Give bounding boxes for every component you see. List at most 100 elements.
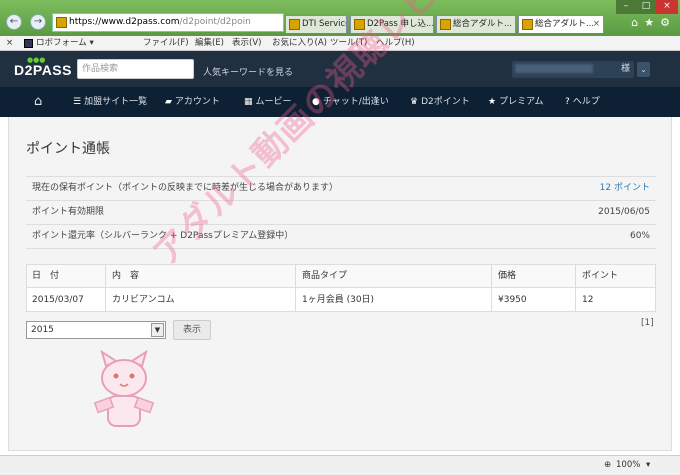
tab-favicon-icon: [522, 19, 533, 30]
forward-button[interactable]: →: [30, 14, 46, 30]
menu-view[interactable]: 表示(V): [232, 36, 261, 50]
tab-favicon-icon: [440, 19, 451, 30]
column-header: 日 付: [32, 271, 60, 281]
info-label: ポイント還元率（シルバーランク + D2Passプレミアム登録中）: [32, 231, 294, 241]
url-path: /d2point/d2poin: [179, 17, 251, 27]
page-title: ポイント通帳: [26, 141, 110, 157]
table-row: 2015/03/07 カリビアンコム 1ヶ月会員 (30日) ¥3950 12: [27, 289, 655, 312]
main-nav: ⌂ ☰ 加盟サイト一覧 ▰ アカウント ▦ ムービー ● チャット/出逢い ♛ D2ポイン…: [0, 87, 680, 117]
table-cell: 12: [582, 295, 594, 305]
tab-adult-1[interactable]: 総合アダルト...: [436, 15, 516, 33]
table-cell: 1ヶ月会員 (30日): [302, 295, 375, 305]
user-name-box[interactable]: 様: [512, 61, 634, 78]
site-header: ●●● D2PASS 作品検索 人気キーワードを見る 様 ⌄: [0, 51, 680, 87]
tab-dti[interactable]: DTI Services, In...: [285, 15, 347, 33]
points-history-table: 日 付 内 容 商品タイプ 価格 ポイント 2015/03/07 カリビアンコム…: [26, 264, 656, 312]
menu-edit[interactable]: 編集(E): [195, 36, 224, 50]
zoom-dropdown-icon[interactable]: ▾: [646, 456, 650, 474]
menu-tools[interactable]: ツール(T): [330, 36, 367, 50]
table-cell: カリビアンコム: [112, 295, 175, 305]
show-button[interactable]: 表示: [173, 320, 211, 340]
info-value: 2015/06/05: [598, 207, 650, 217]
status-bar: ⊕ 100% ▾: [0, 455, 680, 475]
nav-premium[interactable]: ★ プレミアム: [488, 87, 543, 117]
trophy-icon: ♛: [410, 97, 419, 107]
blurred-username: [514, 64, 593, 73]
user-suffix: 様: [620, 64, 630, 74]
help-icon: ?: [565, 97, 570, 107]
close-toolbar-icon[interactable]: ×: [6, 36, 13, 50]
browser-chrome: – □ × ← → https://www.d2pass.com/d2point…: [0, 0, 680, 36]
favorites-star-icon[interactable]: ★: [644, 16, 660, 29]
back-button[interactable]: ←: [6, 14, 22, 30]
home-icon: ⌂: [34, 94, 43, 109]
roboform-icon: [24, 39, 33, 48]
column-divider: [295, 265, 296, 311]
zoom-level[interactable]: 100%: [616, 456, 640, 474]
folder-icon: ▰: [165, 97, 172, 107]
tab-label: 総合アダルト...: [535, 19, 595, 29]
tab-label: DTI Services, In...: [302, 19, 346, 29]
nav-chat[interactable]: ● チャット/出逢い: [312, 87, 389, 117]
info-label: 現在の保有ポイント（ポイントの反映までに時差が生じる場合があります）: [32, 183, 339, 193]
nav-d2point[interactable]: ♛ D2ポイント: [410, 87, 470, 117]
info-label: ポイント有効期限: [32, 207, 105, 217]
popular-keywords-link[interactable]: 人気キーワードを見る: [203, 65, 293, 78]
column-divider: [575, 265, 576, 311]
address-bar[interactable]: https://www.d2pass.com/d2point/d2poin: [52, 13, 284, 32]
menu-file[interactable]: ファイル(F): [143, 36, 189, 50]
tab-d2pass-signup[interactable]: D2Pass 申し込...: [350, 15, 434, 33]
star-icon: ★: [488, 97, 497, 107]
settings-gear-icon[interactable]: ⚙: [660, 16, 676, 29]
current-points-row: 現在の保有ポイント（ポイントの反映までに時差が生じる場合があります） 12 ポイ…: [26, 176, 656, 200]
list-icon: ☰: [73, 97, 82, 107]
nav-account[interactable]: ▰ アカウント: [165, 87, 220, 117]
tab-adult-2-active[interactable]: 総合アダルト... ×: [518, 15, 604, 33]
menu-help[interactable]: ヘルプ(H): [376, 36, 415, 50]
column-header: 商品タイプ: [302, 271, 348, 281]
table-cell: ¥3950: [498, 295, 527, 305]
close-tab-icon[interactable]: ×: [593, 16, 600, 32]
work-search-input[interactable]: 作品検索: [77, 59, 194, 79]
close-window-button[interactable]: ×: [656, 0, 678, 14]
column-divider: [491, 265, 492, 311]
current-points-link[interactable]: 12 ポイント: [600, 176, 650, 200]
nav-affiliate-sites[interactable]: ☰ 加盟サイト一覧: [73, 87, 147, 117]
column-header: 価格: [498, 271, 517, 281]
column-header: ポイント: [582, 271, 619, 281]
divider: [26, 248, 656, 249]
nav-help[interactable]: ? ヘルプ: [565, 87, 600, 117]
nav-movie[interactable]: ▦ ムービー: [244, 87, 292, 117]
year-select-value: 2015: [31, 325, 54, 335]
tab-label: D2Pass 申し込...: [367, 19, 434, 29]
column-divider: [105, 265, 106, 311]
chat-icon: ●: [312, 97, 320, 107]
tab-favicon-icon: [289, 19, 300, 30]
table-cell: 2015/03/07: [32, 295, 84, 305]
home-icon[interactable]: ⌂: [631, 16, 644, 29]
user-dropdown-icon[interactable]: ⌄: [637, 62, 650, 77]
film-icon: ▦: [244, 97, 253, 107]
nav-home[interactable]: ⌂: [34, 87, 42, 117]
roboform-menu[interactable]: ロボフォーム ▾: [36, 36, 94, 50]
maximize-button[interactable]: □: [636, 0, 656, 14]
d2pass-logo[interactable]: D2PASS: [14, 62, 72, 78]
table-header: 日 付 内 容 商品タイプ 価格 ポイント: [27, 265, 655, 288]
browser-toolbar-icons: ⌂★⚙: [631, 16, 676, 29]
menu-bar: × ロボフォーム ▾ ファイル(F) 編集(E) 表示(V) お気に入り(A) …: [0, 36, 680, 51]
minimize-button[interactable]: –: [616, 0, 636, 14]
url-host: https://www.d2pass.com: [69, 17, 180, 27]
column-header: 内 容: [112, 271, 140, 281]
points-rate-row: ポイント還元率（シルバーランク + D2Passプレミアム登録中） 60%: [26, 224, 656, 248]
tab-favicon-icon: [354, 19, 365, 30]
site-favicon-icon: [56, 17, 67, 28]
menu-favorites[interactable]: お気に入り(A): [272, 36, 327, 50]
tab-label: 総合アダルト...: [453, 19, 513, 29]
chevron-down-icon[interactable]: ▼: [151, 323, 164, 337]
info-value: 60%: [629, 231, 650, 241]
cat-mascot-stamp: [93, 349, 155, 427]
points-expiry-row: ポイント有効期限 2015/06/05: [26, 200, 656, 224]
year-select[interactable]: 2015 ▼: [26, 321, 166, 339]
pagination-page-1[interactable]: [1]: [641, 318, 654, 328]
zoom-icon: ⊕: [604, 460, 612, 470]
